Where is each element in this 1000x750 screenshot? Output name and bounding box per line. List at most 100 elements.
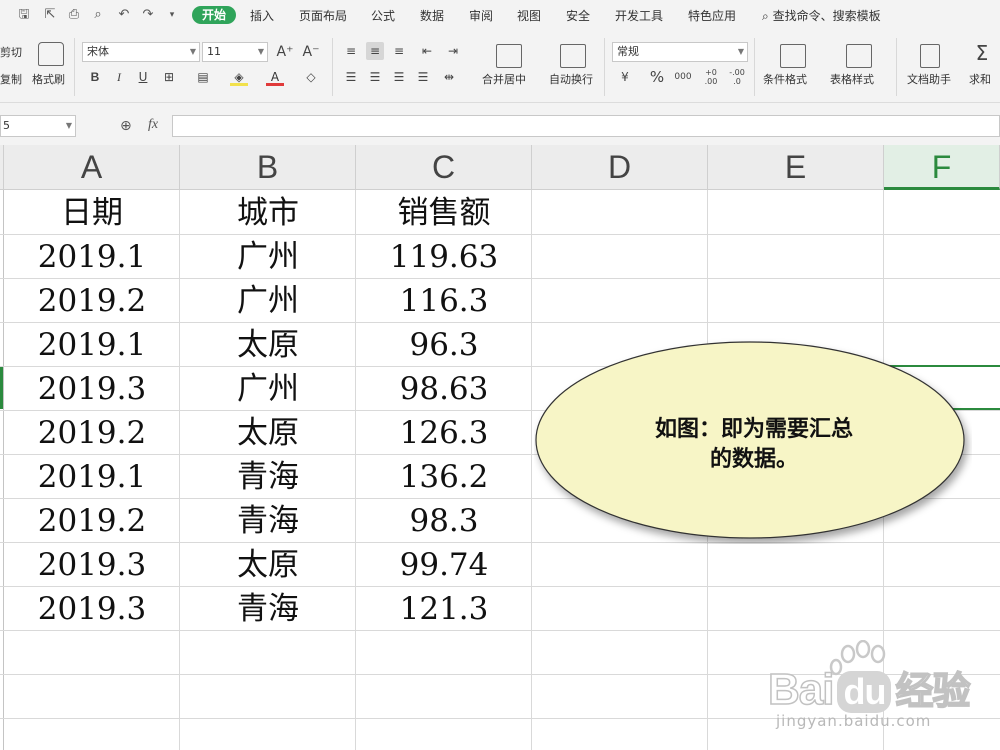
merge-center-button[interactable]: 合并居中 — [482, 73, 526, 87]
clear-format-icon[interactable]: ◇ — [302, 68, 320, 86]
increase-font-icon[interactable]: A⁺ — [276, 43, 294, 61]
font-color-icon[interactable]: A — [266, 68, 284, 86]
document-assistant-button[interactable]: 文档助手 — [907, 73, 951, 87]
currency-icon[interactable]: ¥ — [616, 68, 634, 86]
cell-sales[interactable]: 98.63 — [356, 367, 532, 411]
cell-date[interactable]: 2019.3 — [4, 587, 180, 631]
merge-center-icon[interactable] — [496, 44, 522, 68]
column-header-b[interactable]: B — [180, 145, 356, 190]
increase-indent-icon[interactable]: ⇥ — [444, 42, 462, 60]
cell-date[interactable]: 2019.1 — [4, 323, 180, 367]
fx-icon[interactable]: fx — [148, 117, 158, 133]
bold-button[interactable]: B — [86, 68, 104, 86]
sum-button[interactable]: 求和 — [969, 73, 991, 87]
undo-icon[interactable]: ↶ — [116, 7, 132, 23]
thousands-separator-button[interactable]: 000 — [674, 68, 692, 86]
cell-sales[interactable]: 99.74 — [356, 543, 532, 587]
decrease-decimal-button[interactable]: -.00 .0 — [726, 68, 748, 86]
number-format-select[interactable]: 常规 ▼ — [612, 42, 748, 62]
tab-page-layout[interactable]: 页面布局 — [299, 8, 347, 24]
cell-sales[interactable]: 98.3 — [356, 499, 532, 543]
zoom-icon[interactable]: ⊕ — [120, 118, 132, 134]
cell-city[interactable]: 太原 — [180, 411, 356, 455]
cell-date[interactable]: 2019.2 — [4, 279, 180, 323]
table-style-icon[interactable] — [846, 44, 872, 68]
align-middle-icon[interactable]: ≡ — [366, 42, 384, 60]
fill-color-icon[interactable]: ◈ — [230, 68, 248, 86]
formula-input[interactable] — [172, 115, 1000, 137]
format-painter-icon[interactable] — [38, 42, 64, 66]
tab-special-apps[interactable]: 特色应用 — [688, 8, 736, 24]
copy-button[interactable]: 复制 — [0, 73, 22, 87]
name-box[interactable]: 5 ▼ — [0, 115, 76, 137]
cell-c1[interactable]: 销售额 — [356, 191, 532, 235]
cell-city[interactable]: 青海 — [180, 499, 356, 543]
cell-sales[interactable]: 116.3 — [356, 279, 532, 323]
cell-sales[interactable]: 136.2 — [356, 455, 532, 499]
tab-formulas[interactable]: 公式 — [371, 8, 395, 24]
align-top-icon[interactable]: ≡ — [342, 42, 360, 60]
cell-city[interactable]: 太原 — [180, 543, 356, 587]
tab-review[interactable]: 审阅 — [469, 8, 493, 24]
column-header-d[interactable]: D — [532, 145, 708, 190]
cell-date[interactable]: 2019.3 — [4, 367, 180, 411]
decrease-font-icon[interactable]: A⁻ — [302, 43, 320, 61]
tab-security[interactable]: 安全 — [566, 8, 590, 24]
cell-date[interactable]: 2019.2 — [4, 411, 180, 455]
quick-access-dropdown-icon[interactable]: ▾ — [164, 7, 180, 23]
align-left-icon[interactable]: ☰ — [342, 68, 360, 86]
tab-view[interactable]: 视图 — [517, 8, 541, 24]
format-painter-button[interactable]: 格式刷 — [32, 73, 65, 87]
distributed-icon[interactable]: ⇹ — [440, 68, 458, 86]
cell-style-icon[interactable]: ▤ — [194, 68, 212, 86]
cell-sales[interactable]: 96.3 — [356, 323, 532, 367]
increase-decimal-button[interactable]: +0 .00 — [700, 68, 722, 86]
redo-icon[interactable]: ↷ — [140, 7, 156, 23]
cell-a1[interactable]: 日期 — [4, 191, 180, 235]
column-header-f[interactable]: F — [884, 145, 1000, 190]
cell-date[interactable]: 2019.1 — [4, 235, 180, 279]
border-icon[interactable]: ⊞ — [160, 68, 178, 86]
export-icon[interactable]: ⇱ — [42, 7, 58, 23]
search-command[interactable]: ⌕ 查找命令、搜索模板 — [762, 8, 881, 24]
cell-date[interactable]: 2019.3 — [4, 543, 180, 587]
cell-city[interactable]: 青海 — [180, 455, 356, 499]
wrap-text-icon[interactable] — [560, 44, 586, 68]
font-name-select[interactable]: 宋体 ▼ — [82, 42, 200, 62]
column-header-a[interactable]: A — [4, 145, 180, 190]
cell-sales[interactable]: 126.3 — [356, 411, 532, 455]
cell-city[interactable]: 广州 — [180, 367, 356, 411]
conditional-format-button[interactable]: 条件格式 — [763, 73, 807, 87]
align-center-icon[interactable]: ☰ — [366, 68, 384, 86]
wrap-text-button[interactable]: 自动换行 — [549, 73, 593, 87]
save-icon[interactable]: 🖫 — [16, 7, 32, 23]
tab-developer[interactable]: 开发工具 — [615, 8, 663, 24]
conditional-format-icon[interactable] — [780, 44, 806, 68]
font-size-select[interactable]: 11 ▼ — [202, 42, 268, 62]
cut-button[interactable]: 剪切 — [0, 46, 22, 60]
column-header-e[interactable]: E — [708, 145, 884, 190]
underline-button[interactable]: U — [134, 68, 152, 86]
cell-b1[interactable]: 城市 — [180, 191, 356, 235]
cell-sales[interactable]: 119.63 — [356, 235, 532, 279]
print-preview-icon[interactable]: ⌕ — [90, 7, 106, 23]
cell-date[interactable]: 2019.2 — [4, 499, 180, 543]
justify-icon[interactable]: ☰ — [414, 68, 432, 86]
tab-data[interactable]: 数据 — [420, 8, 444, 24]
decrease-indent-icon[interactable]: ⇤ — [418, 42, 436, 60]
align-bottom-icon[interactable]: ≡ — [390, 42, 408, 60]
cell-city[interactable]: 广州 — [180, 235, 356, 279]
percent-button[interactable]: % — [648, 68, 666, 86]
cell-city[interactable]: 广州 — [180, 279, 356, 323]
document-assistant-icon[interactable] — [920, 44, 940, 68]
table-style-button[interactable]: 表格样式 — [830, 73, 874, 87]
tab-insert[interactable]: 插入 — [250, 8, 274, 24]
italic-button[interactable]: I — [110, 68, 128, 86]
cell-city[interactable]: 青海 — [180, 587, 356, 631]
print-icon[interactable]: ⎙ — [66, 7, 82, 23]
sum-icon[interactable]: Σ — [973, 43, 991, 63]
cell-city[interactable]: 太原 — [180, 323, 356, 367]
cell-sales[interactable]: 121.3 — [356, 587, 532, 631]
tab-home[interactable]: 开始 — [192, 6, 237, 24]
align-right-icon[interactable]: ☰ — [390, 68, 408, 86]
